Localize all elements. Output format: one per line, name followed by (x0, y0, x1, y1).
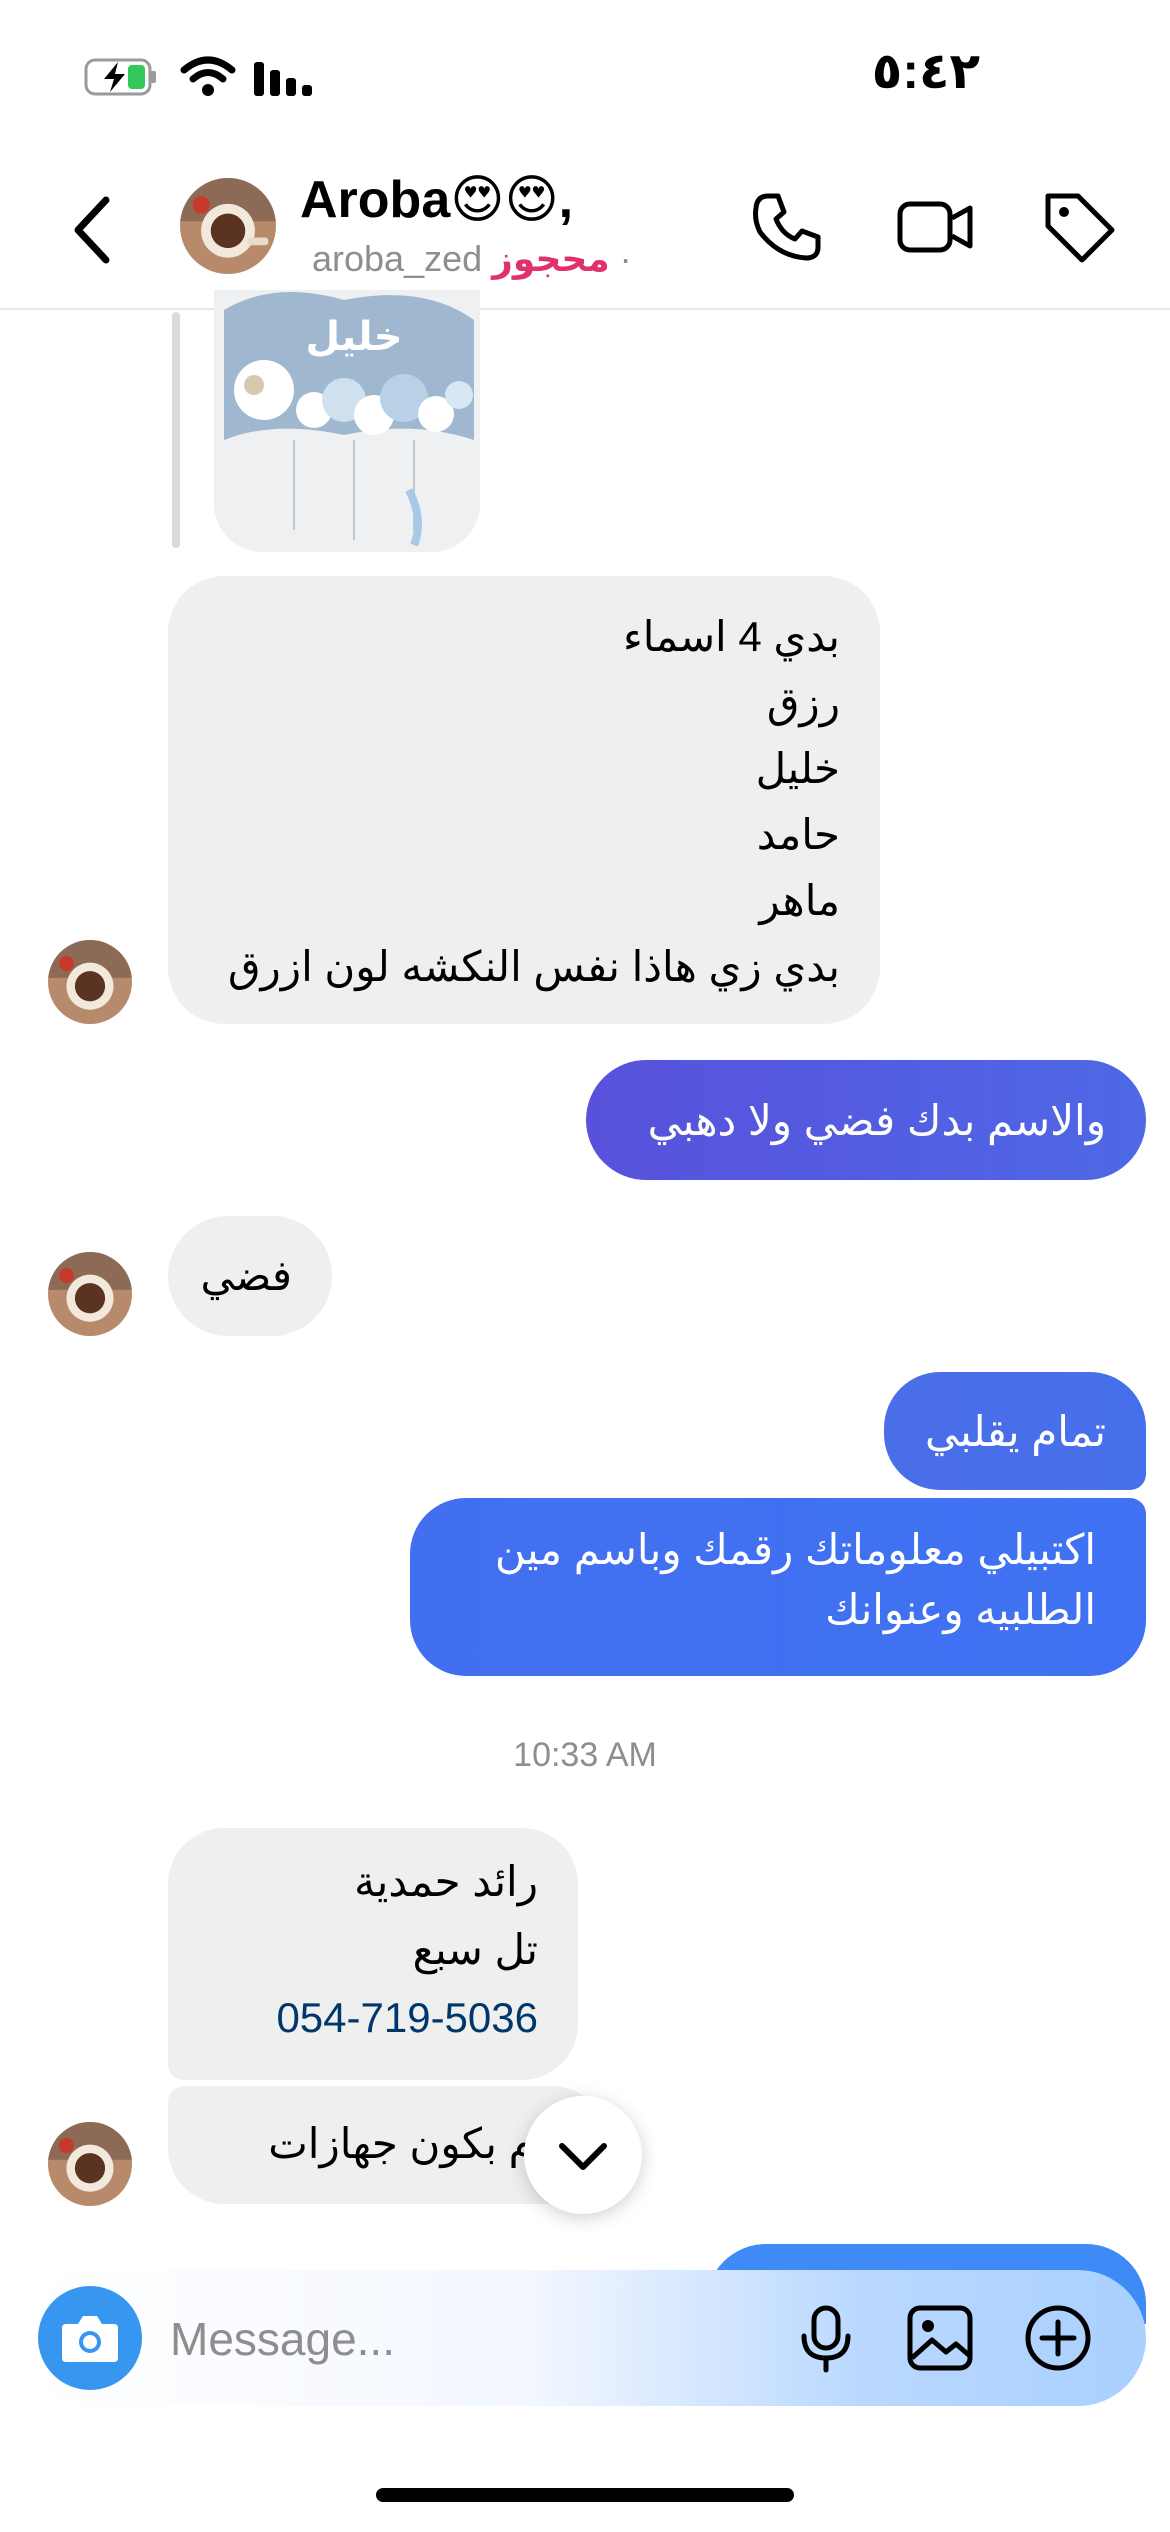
video-icon[interactable] (896, 188, 974, 266)
message-line: بدي 4 اسماء (623, 613, 840, 660)
battery-charging-icon (84, 58, 156, 96)
message-bubble-outgoing[interactable]: والاسم بدك فضي ولا دهبي (586, 1060, 1146, 1180)
avatar[interactable] (48, 1252, 132, 1336)
message-bubble-outgoing[interactable]: تمام يقلبي (884, 1372, 1146, 1490)
message-line: اكتبيلي معلوماتك رقمك وباسم مين (494, 1526, 1096, 1573)
gallery-icon[interactable] (904, 2302, 976, 2374)
add-icon[interactable] (1022, 2302, 1094, 2374)
message-bubble-incoming[interactable]: بدي 4 اسماء رزق خليل حامد ماهر بدي زي ها… (168, 576, 880, 1024)
message-timestamp: 10:33 AM (513, 1736, 657, 1774)
tag-icon[interactable] (1040, 188, 1118, 266)
message-line: الطلبيه وعنوانك (825, 1586, 1096, 1633)
message-line: يوم بكون جهازات (268, 2120, 568, 2167)
message-line: فضي (200, 1252, 292, 1299)
message-line: حامد (756, 811, 840, 858)
shared-image[interactable]: خليل (214, 290, 480, 552)
contact-subtitle[interactable]: aroba_zed محجوز · (312, 238, 632, 280)
message-input[interactable] (168, 2300, 752, 2378)
avatar[interactable] (180, 178, 276, 274)
message-line: خليل (755, 745, 840, 792)
message-bubble-incoming[interactable]: فضي (168, 1216, 332, 1336)
message-line: تمام يقلبي (925, 1408, 1106, 1455)
chat-header: Aroba😍😍, aroba_zed محجوز · (0, 150, 1170, 310)
shared-image-text: خليل (305, 314, 402, 360)
username: aroba_zed (312, 238, 483, 279)
message-composer (24, 2270, 1146, 2406)
camera-icon (62, 2316, 118, 2362)
back-icon[interactable] (62, 190, 122, 270)
microphone-icon[interactable] (790, 2302, 862, 2374)
chevron-down-icon (559, 2143, 607, 2170)
reply-indicator-bar (172, 312, 180, 548)
message-bubble-incoming[interactable]: رائد حمدية تل سبع 054-719-5036 (168, 1828, 578, 2080)
message-line: ماهر (759, 877, 840, 924)
avatar[interactable] (48, 940, 132, 1024)
scroll-to-bottom-button[interactable] (524, 2096, 642, 2214)
signal-icon (254, 62, 312, 96)
phone-icon[interactable] (748, 188, 826, 266)
separator-dot: · (619, 238, 632, 279)
status-time: ٥:٤٢ (871, 43, 980, 99)
message-line: رزق (766, 679, 840, 726)
wifi-icon (180, 56, 236, 96)
camera-button[interactable] (38, 2286, 142, 2390)
message-line: رائد حمدية (354, 1858, 538, 1905)
status-badge: محجوز (492, 238, 610, 279)
message-line: والاسم بدك فضي ولا دهبي (647, 1097, 1106, 1144)
avatar[interactable] (48, 2122, 132, 2206)
message-bubble-outgoing[interactable]: اكتبيلي معلوماتك رقمك وباسم مين الطلبيه … (410, 1498, 1146, 1676)
home-indicator (376, 2488, 794, 2502)
status-bar: ٥:٤٢ (0, 0, 1170, 150)
message-line: تل سبع (412, 1926, 538, 1973)
message-line: بدي زي هاذا نفس النكشه لون ازرق (227, 943, 840, 990)
phone-number-link[interactable]: 054-719-5036 (208, 1984, 538, 2052)
contact-name[interactable]: Aroba😍😍, (300, 170, 573, 230)
